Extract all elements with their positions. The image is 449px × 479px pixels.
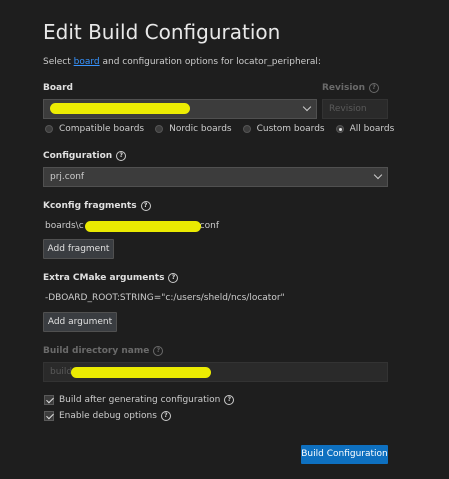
redaction-mark (71, 367, 211, 378)
board-label: Board (43, 83, 73, 93)
page-title: Edit Build Configuration (43, 20, 281, 44)
chevron-down-icon (302, 102, 312, 112)
help-icon[interactable]: ? (224, 395, 235, 405)
board-link[interactable]: board (74, 57, 100, 67)
debug-checkbox[interactable] (44, 411, 54, 421)
chevron-down-icon (373, 170, 383, 180)
kconfig-label: Kconfig fragments? (43, 201, 151, 211)
configuration-value: prj.conf (50, 172, 85, 182)
configuration-label-text: Configuration (43, 151, 113, 161)
page-subtitle: Select board and configuration options f… (43, 57, 321, 67)
radio-button[interactable] (242, 125, 251, 133)
revision-input[interactable]: Revision (322, 99, 388, 119)
add-fragment-button[interactable]: Add fragment (43, 239, 114, 259)
redaction-mark (85, 221, 201, 232)
build-directory-label-text: Build directory name (43, 346, 150, 356)
cmake-label: Extra CMake arguments? (43, 273, 179, 283)
radio-button-selected[interactable] (335, 125, 344, 133)
build-after-label: Build after generating configuration (59, 395, 221, 405)
build-after-checkbox[interactable] (44, 395, 54, 405)
revision-label: Revision? (322, 83, 380, 93)
radio-label: All boards (349, 124, 395, 134)
build-directory-input[interactable]: build (43, 362, 388, 382)
help-icon[interactable]: ? (153, 346, 164, 356)
subtitle-prefix: Select (43, 57, 74, 67)
help-icon[interactable]: ? (116, 151, 127, 161)
help-icon[interactable]: ? (168, 273, 179, 283)
radio-button[interactable] (45, 125, 53, 133)
configuration-select[interactable]: prj.conf (43, 167, 388, 187)
debug-option[interactable]: Enable debug options ? (44, 411, 171, 421)
radio-label: Custom boards (256, 124, 325, 134)
radio-button[interactable] (155, 125, 164, 133)
build-directory-label: Build directory name? (43, 346, 164, 356)
cmake-argument: -DBOARD_ROOT:STRING="c:/users/sheld/ncs/… (45, 293, 285, 303)
radio-label: Nordic boards (169, 124, 232, 134)
cmake-label-text: Extra CMake arguments (43, 273, 165, 283)
kconfig-path-suffix: conf (199, 221, 219, 231)
build-directory-value: build (50, 367, 73, 377)
redaction-mark (50, 103, 190, 114)
radio-custom-boards[interactable]: Custom boards (242, 124, 325, 134)
subtitle-suffix: and configuration options for locator_pe… (99, 57, 321, 67)
debug-label: Enable debug options (59, 411, 157, 421)
help-icon[interactable]: ? (160, 411, 171, 421)
add-argument-button[interactable]: Add argument (43, 312, 117, 332)
radio-label: Compatible boards (59, 124, 145, 134)
radio-nordic-boards[interactable]: Nordic boards (155, 124, 232, 134)
help-icon[interactable]: ? (140, 201, 151, 211)
build-configuration-button[interactable]: Build Configuration (301, 445, 388, 464)
build-after-option[interactable]: Build after generating configuration ? (44, 395, 235, 405)
configuration-label: Configuration? (43, 151, 127, 161)
radio-compatible-boards[interactable]: Compatible boards (45, 124, 144, 134)
board-select[interactable] (43, 99, 317, 119)
board-filter-group: Compatible boards Nordic boards Custom b… (45, 124, 405, 134)
radio-all-boards[interactable]: All boards (335, 124, 395, 134)
help-icon[interactable]: ? (369, 83, 380, 93)
kconfig-path-prefix: boards\c (45, 221, 84, 231)
kconfig-label-text: Kconfig fragments (43, 201, 137, 211)
revision-label-text: Revision (322, 83, 366, 93)
